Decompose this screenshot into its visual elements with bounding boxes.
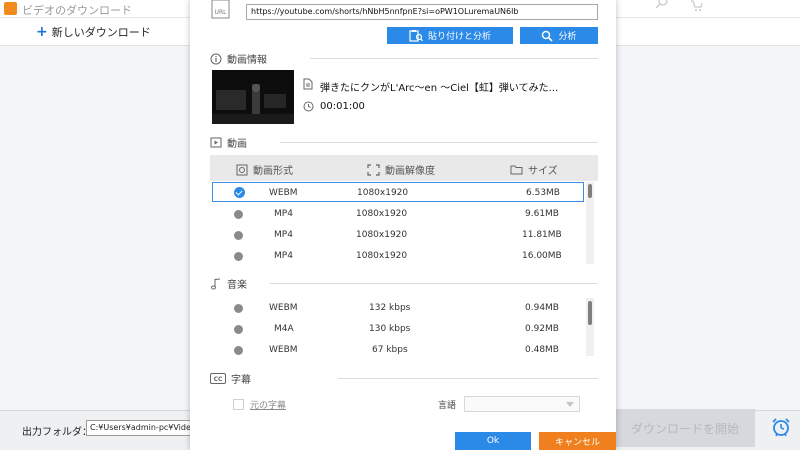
plus-icon: + <box>36 24 48 40</box>
audio-option-row[interactable]: WEBM 67 kbps 0.48MB <box>212 340 584 360</box>
video-title: 弾きたにクンがL'Arc～en ～Ciel【虹】弾いてみた... <box>320 83 559 94</box>
scrollbar-thumb[interactable] <box>588 184 592 198</box>
url-input[interactable]: https://youtube.com/shorts/hNbH5nnfpnE?s… <box>246 4 598 20</box>
folder-icon <box>510 165 523 175</box>
clock-icon <box>303 101 314 112</box>
video-option-row[interactable]: MP4 1080x1920 11.81MB <box>212 225 584 245</box>
video-table-header: 動画形式 動画解像度 サイズ <box>210 155 598 181</box>
selected-check-icon <box>234 187 245 198</box>
start-download-button[interactable]: ダウンロードを開始 <box>615 409 755 447</box>
subtitles-section-header: CC 字幕 <box>210 371 251 386</box>
search-icon[interactable] <box>654 0 668 10</box>
resolution-column-header: 動画解像度 <box>367 162 435 177</box>
format-column-header: 動画形式 <box>236 162 293 177</box>
new-download-label: 新しいダウンロード <box>51 26 151 39</box>
radio-icon[interactable] <box>234 304 243 313</box>
divider <box>338 378 598 379</box>
video-duration: 00:01:00 <box>320 101 365 112</box>
video-option-row[interactable]: MP4 1080x1920 9.61MB <box>212 204 584 224</box>
subtitles-section-label: 字幕 <box>231 375 251 386</box>
analyze-label: 分析 <box>558 32 577 42</box>
video-section-header: 動画 <box>210 135 247 150</box>
size-column-header: サイズ <box>510 162 558 177</box>
cancel-button[interactable]: キャンセル <box>539 432 616 450</box>
video-option-row[interactable]: WEBM 1080x1920 6.53MB <box>212 182 584 202</box>
app-title: ビデオのダウンロード <box>22 4 132 17</box>
new-download-button[interactable]: + 新しいダウンロード <box>36 24 151 40</box>
output-folder-input[interactable]: C:¥Users¥admin-pc¥Videos¥W <box>86 420 196 436</box>
alarm-clock-icon[interactable] <box>770 416 792 438</box>
download-dialog: URL https://youtube.com/shorts/hNbH5nnfp… <box>190 0 616 450</box>
audio-section-label: 音楽 <box>227 280 247 291</box>
radio-icon[interactable] <box>234 346 243 355</box>
audio-option-row[interactable]: WEBM 132 kbps 0.94MB <box>212 298 584 318</box>
divider <box>310 58 598 59</box>
audio-list-scrollbar[interactable] <box>586 298 594 356</box>
music-note-icon <box>211 278 221 289</box>
paste-and-analyze-button[interactable]: 貼り付けと分析 <box>387 27 513 44</box>
scrollbar-thumb[interactable] <box>588 301 592 325</box>
clipboard-icon <box>409 29 423 42</box>
svg-text:CC: CC <box>214 376 223 383</box>
video-option-row[interactable]: MP4 1080x1920 16.00MB <box>212 246 584 266</box>
output-folder-label: 出力フォルダ： <box>22 427 92 438</box>
closed-caption-icon: CC <box>210 373 226 384</box>
divider <box>280 142 598 143</box>
video-info-section-header: 動画情報 <box>210 51 267 66</box>
language-label: 言語 <box>438 401 457 411</box>
divider <box>270 283 598 284</box>
app-logo-icon <box>4 2 17 15</box>
resolution-icon <box>367 163 380 176</box>
url-icon-label: URL <box>215 9 228 16</box>
language-select[interactable] <box>464 396 580 412</box>
audio-option-row[interactable]: M4A 130 kbps 0.92MB <box>212 319 584 339</box>
video-list-scrollbar[interactable] <box>586 182 594 264</box>
document-icon <box>303 78 313 90</box>
audio-section-header: 音楽 <box>210 276 247 291</box>
film-reel-icon <box>236 164 248 175</box>
url-icon: URL <box>211 0 230 19</box>
original-subtitle-checkbox[interactable] <box>233 399 244 410</box>
search-icon <box>542 30 554 42</box>
radio-icon[interactable] <box>234 325 243 334</box>
radio-icon[interactable] <box>234 252 243 261</box>
video-icon <box>210 137 222 148</box>
cart-icon[interactable] <box>690 0 704 12</box>
info-icon <box>210 53 222 64</box>
video-thumbnail <box>212 70 294 124</box>
analyze-button[interactable]: 分析 <box>520 27 598 44</box>
original-subtitle-label[interactable]: 元の字幕 <box>250 398 286 411</box>
ok-button[interactable]: Ok <box>455 432 531 450</box>
video-section-label: 動画 <box>227 139 247 150</box>
video-info-label: 動画情報 <box>227 55 267 66</box>
radio-icon[interactable] <box>234 210 243 219</box>
radio-icon[interactable] <box>234 231 243 240</box>
paste-and-analyze-label: 貼り付けと分析 <box>427 32 491 42</box>
